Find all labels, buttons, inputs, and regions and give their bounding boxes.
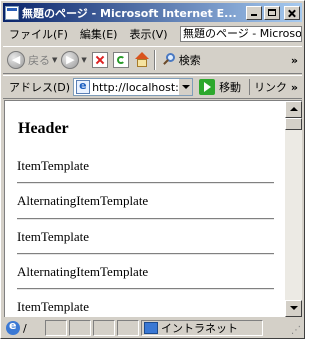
status-bar: / イントラネット ⋰	[3, 319, 302, 337]
go-button[interactable]: 移動	[219, 79, 241, 95]
home-icon[interactable]	[134, 52, 150, 68]
separator	[17, 218, 274, 220]
menu-view[interactable]: 表示(V)	[123, 26, 173, 42]
forward-arrow-icon: ▶	[66, 53, 75, 66]
back-button[interactable]: ◀	[7, 51, 25, 69]
list-item: ItemTemplate	[17, 299, 90, 314]
page-content: Header ItemTemplate AlternatingItemTempl…	[5, 101, 283, 317]
refresh-icon[interactable]	[112, 52, 129, 68]
address-dropdown-icon[interactable]	[178, 79, 193, 95]
back-arrow-icon: ◀	[11, 53, 21, 66]
stop-icon[interactable]	[91, 52, 108, 68]
toolbar-chevron-icon[interactable]: »	[291, 54, 298, 67]
go-arrow-icon[interactable]	[199, 79, 216, 95]
separator	[17, 182, 274, 184]
resize-grip-icon[interactable]: ⋰	[291, 325, 301, 336]
menu-file[interactable]: ファイル(F)	[3, 26, 74, 42]
scrollbar-thumb[interactable]	[285, 118, 302, 130]
title-bar[interactable]: 無題のページ - Microsoft Internet E...	[3, 3, 302, 22]
vertical-scrollbar[interactable]	[285, 101, 302, 317]
links-button[interactable]: リンク	[249, 79, 287, 95]
page-viewport: Header ItemTemplate AlternatingItemTempl…	[4, 100, 302, 317]
address-url[interactable]: http://localhost:	[92, 81, 178, 94]
list-item: AlternatingItemTemplate	[17, 264, 149, 279]
list-item: AlternatingItemTemplate	[17, 193, 149, 208]
list-item: ItemTemplate	[17, 229, 90, 244]
ie-status-icon	[6, 319, 20, 335]
title-field: 無題のページ - Microsoft	[180, 26, 302, 42]
intranet-zone-icon	[144, 322, 158, 334]
search-button[interactable]: 検索	[179, 52, 201, 68]
toolbar-separator	[153, 50, 156, 70]
page-header: Header	[18, 120, 69, 137]
address-label: アドレス(D)	[9, 81, 71, 94]
scroll-down-icon[interactable]	[285, 300, 302, 317]
menu-bar: ファイル(F) 編集(E) 表示(V) 無題のページ - Microsoft	[3, 24, 302, 44]
window-title: 無題のページ - Microsoft Internet E...	[22, 6, 237, 20]
list-item: ItemTemplate	[17, 158, 90, 173]
menu-edit[interactable]: 編集(E)	[74, 26, 124, 42]
address-bar: アドレス(D) http://localhost: 移動 リンク »	[3, 75, 302, 99]
back-dropdown-icon[interactable]: ▼	[52, 56, 57, 64]
security-zone: イントラネット	[141, 320, 263, 336]
page-icon	[76, 79, 91, 94]
links-chevron-icon[interactable]: »	[291, 81, 298, 94]
standard-toolbar: ◀ 戻る ▼ ▶ ▼ 検索 »	[3, 46, 302, 74]
zone-label: イントラネット	[161, 322, 238, 335]
back-label[interactable]: 戻る	[28, 52, 50, 68]
forward-dropdown-icon[interactable]: ▼	[81, 56, 86, 64]
scroll-up-icon[interactable]	[285, 101, 302, 118]
separator	[17, 288, 274, 290]
minimize-button[interactable]	[246, 5, 262, 20]
maximize-button[interactable]	[264, 5, 280, 20]
ie-page-icon	[5, 5, 19, 20]
status-pane	[117, 320, 139, 336]
search-icon[interactable]	[162, 53, 176, 67]
address-input[interactable]: http://localhost:	[73, 78, 194, 96]
status-text: /	[23, 321, 27, 335]
status-pane	[93, 320, 115, 336]
status-pane	[69, 320, 91, 336]
status-pane	[45, 320, 67, 336]
browser-window: 無題のページ - Microsoft Internet E... ファイル(F)…	[0, 0, 305, 339]
separator	[17, 253, 274, 255]
close-button[interactable]	[284, 5, 300, 20]
forward-button[interactable]: ▶	[61, 51, 80, 69]
